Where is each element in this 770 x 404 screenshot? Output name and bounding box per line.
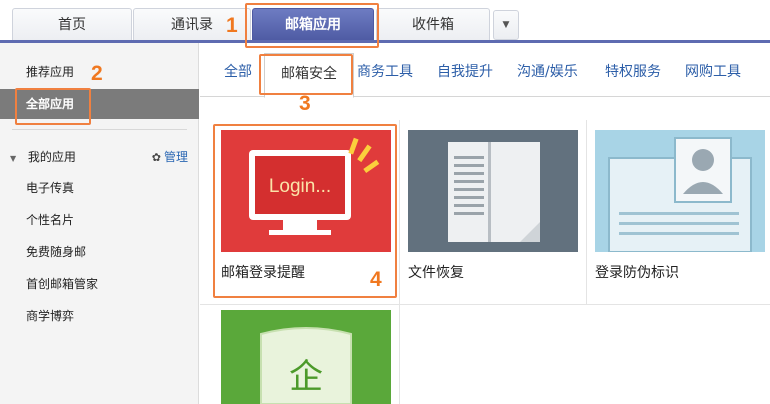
document-icon [408, 130, 578, 252]
enterprise-thumb-text: 企 [289, 357, 323, 397]
sidebar-item-mail-manager[interactable]: 首创邮箱管家 [0, 269, 199, 299]
annotation-box [245, 3, 379, 48]
top-nav: 首页 通讯录 邮箱应用 收件箱 ▼ [0, 0, 770, 43]
app-title: 登录防伪标识 [595, 265, 679, 281]
sidebar-item-fax[interactable]: 电子传真 [0, 173, 199, 203]
caret-down-icon: ▼ [10, 154, 17, 163]
shield-icon: 企 [221, 310, 391, 404]
annotation-box [15, 88, 91, 125]
gear-icon: ✿ [151, 151, 161, 164]
tab-shopping-tools[interactable]: 网购工具 [685, 61, 741, 81]
chevron-down-icon[interactable]: ▼ [493, 10, 519, 40]
app-card-enterprise[interactable]: 企 [212, 305, 392, 404]
annotation-number: 3 [299, 92, 311, 115]
tab-self-improvement[interactable]: 自我提升 [437, 61, 493, 81]
sidebar-item-business-game[interactable]: 商学博弈 [0, 301, 199, 331]
annotation-number: 4 [370, 268, 382, 291]
tab-inbox[interactable]: 收件箱 [376, 8, 490, 41]
sidebar-divider [12, 129, 187, 130]
annotation-number: 1 [226, 14, 238, 37]
app-card-file-recovery[interactable]: 文件恢复 [400, 98, 580, 304]
manage-link[interactable]: ✿ 管理 [152, 145, 188, 170]
manage-label: 管理 [163, 150, 188, 164]
my-apps-header[interactable]: ▼ 我的应用 ✿ 管理 [10, 145, 190, 169]
app-card-anti-phishing[interactable]: 登录防伪标识 [587, 98, 770, 304]
sidebar-item-mobile-mail[interactable]: 免费随身邮 [0, 237, 199, 267]
app-title: 文件恢复 [408, 265, 464, 281]
annotation-number: 2 [91, 62, 103, 85]
tab-business-tools[interactable]: 商务工具 [357, 61, 413, 81]
my-apps-label: 我的应用 [27, 150, 76, 164]
tab-all[interactable]: 全部 [224, 61, 252, 81]
sidebar-item-card[interactable]: 个性名片 [0, 205, 199, 235]
tab-communication[interactable]: 沟通/娱乐 [517, 61, 578, 81]
tab-home[interactable]: 首页 [12, 8, 132, 41]
tab-privileges[interactable]: 特权服务 [605, 61, 661, 81]
id-card-icon [595, 130, 765, 252]
annotation-box [259, 54, 353, 95]
